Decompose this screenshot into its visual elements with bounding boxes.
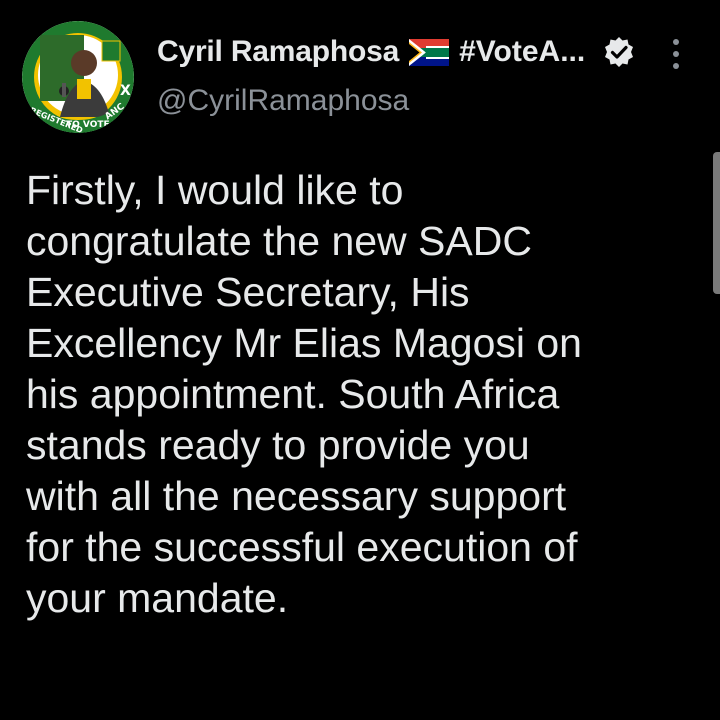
display-name[interactable]: Cyril Ramaphosa [157, 35, 399, 69]
svg-text:X: X [120, 83, 131, 99]
tweet-card: REGISTERED TO VOTE ANC X Cyril Ramaphosa [0, 0, 720, 720]
avatar[interactable]: REGISTERED TO VOTE ANC X [22, 21, 134, 133]
name-row: Cyril Ramaphosa #VoteA... [157, 30, 637, 74]
more-vertical-icon[interactable] [664, 36, 688, 72]
tweet-text-line: Excellency Mr Elias Magosi on [26, 320, 582, 366]
avatar-image: REGISTERED TO VOTE ANC X [22, 21, 134, 133]
south-africa-flag-icon [409, 38, 450, 66]
tweet-text: Firstly, I would like to congratulate th… [26, 165, 706, 624]
tweet-header: Cyril Ramaphosa #VoteA... @CyrilRamaphos… [157, 30, 637, 117]
verified-badge-icon [603, 36, 635, 68]
tweet-text-line: his appointment. South Africa [26, 371, 560, 417]
tweet-text-line: congratulate the new SADC [26, 218, 532, 264]
tweet-text-line: Executive Secretary, His [26, 269, 470, 315]
tweet-text-line: your mandate. [26, 575, 289, 621]
hashtag-link[interactable]: #VoteA... [459, 35, 585, 69]
scrollbar[interactable] [713, 152, 720, 294]
tweet-text-line: for the successful execution of [26, 524, 578, 570]
tweet-text-line: with all the necessary support [26, 473, 567, 519]
user-handle[interactable]: @CyrilRamaphosa [157, 84, 409, 118]
svg-text:TO VOTE: TO VOTE [66, 120, 110, 130]
tweet-text-line: stands ready to provide you [26, 422, 530, 468]
tweet-text-line: Firstly, I would like to [26, 167, 404, 213]
